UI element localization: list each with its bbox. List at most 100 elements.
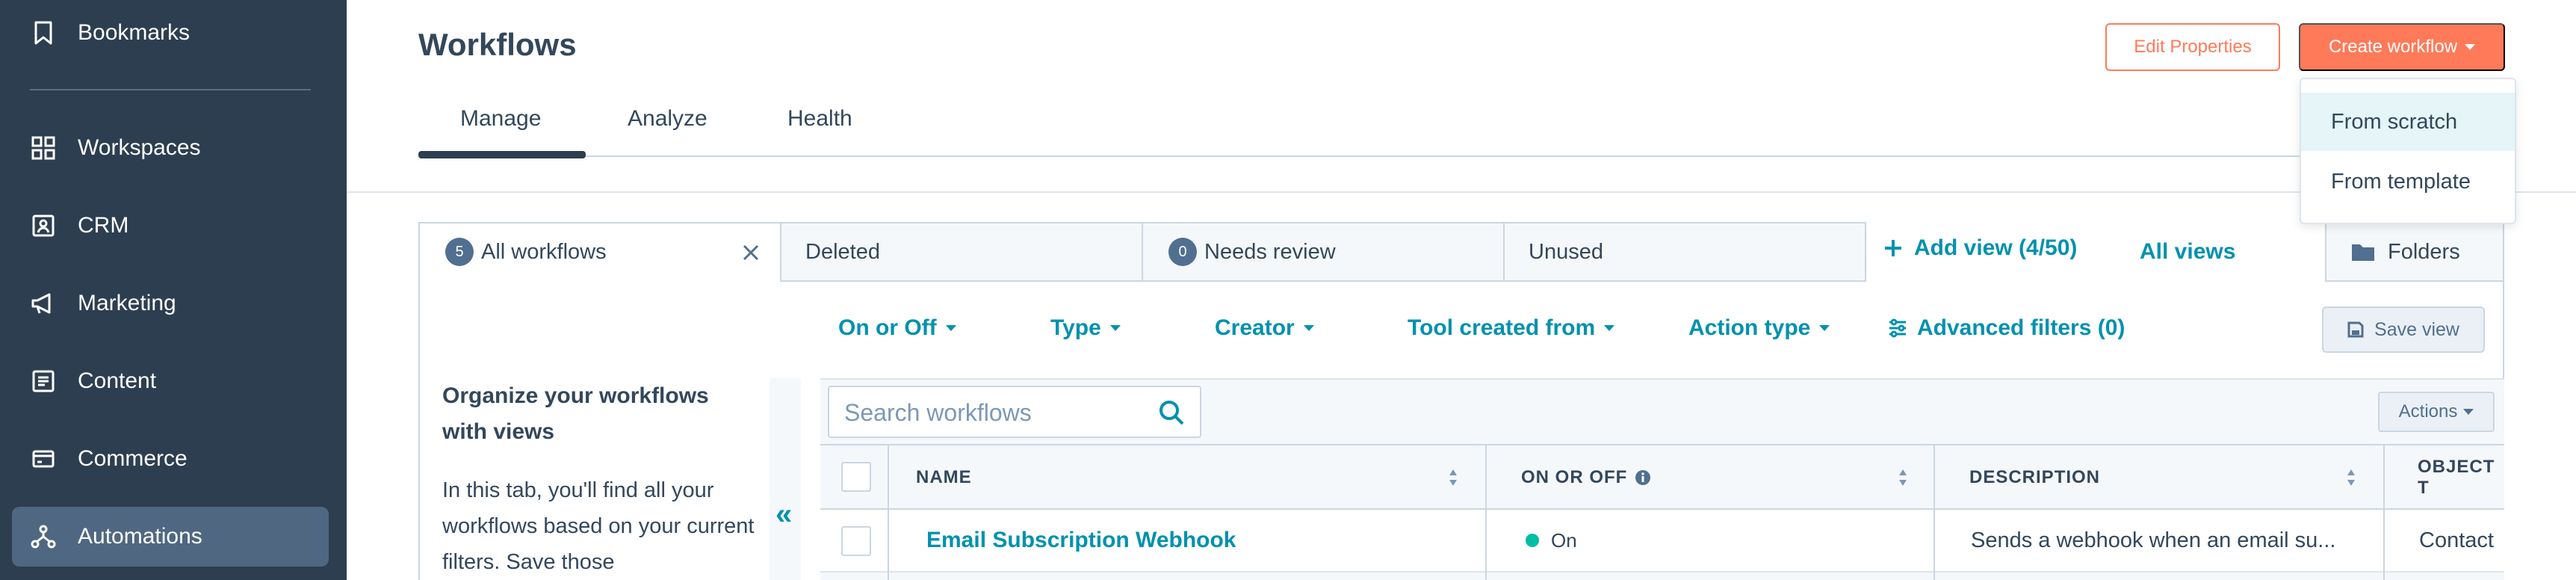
sidebar-divider	[30, 89, 311, 90]
caret-down-icon	[2463, 409, 2474, 415]
column-header-on-or-off[interactable]: ON OR OFF	[1521, 445, 1651, 510]
sidebar-item-label: Marketing	[78, 291, 176, 315]
info-icon[interactable]	[1635, 469, 1651, 486]
bookmark-icon	[28, 18, 58, 48]
filter-type[interactable]: Type	[1050, 315, 1121, 341]
column-header-label: ON OR OFF	[1521, 467, 1628, 487]
view-count-badge: 5	[445, 238, 474, 266]
search-box	[828, 386, 1201, 438]
actions-button[interactable]: Actions	[2378, 392, 2495, 432]
menu-item-from-template[interactable]: From template	[2301, 152, 2515, 211]
view-tab-unused[interactable]: Unused	[1503, 222, 1866, 282]
filter-label: On or Off	[838, 315, 937, 340]
all-views-link[interactable]: All views	[2140, 239, 2235, 265]
save-view-button[interactable]: Save view	[2322, 306, 2485, 353]
select-all-checkbox[interactable]	[841, 462, 871, 492]
row-checkbox[interactable]	[841, 526, 871, 556]
filter-action-type[interactable]: Action type	[1688, 315, 1830, 341]
status-label: On	[1551, 528, 1577, 552]
folders-button[interactable]: Folders	[2325, 222, 2504, 282]
megaphone-icon	[28, 289, 58, 318]
search-icon[interactable]	[1157, 398, 1186, 428]
page-title: Workflows	[418, 27, 577, 62]
sidebar-item-label: Automations	[78, 524, 202, 549]
search-input[interactable]	[844, 396, 1143, 429]
create-workflow-label: Create workflow	[2328, 37, 2458, 57]
sidebar-item-label: Bookmarks	[78, 20, 191, 45]
filter-label: Creator	[1215, 315, 1295, 340]
column-divider	[1485, 444, 1487, 580]
sidebar-item-label: CRM	[78, 213, 129, 238]
collapse-icon[interactable]: «	[775, 498, 792, 531]
sidebar-item-label: Commerce	[78, 446, 188, 471]
menu-item-from-scratch[interactable]: From scratch	[2301, 93, 2515, 151]
document-icon	[28, 366, 58, 396]
object-type-cell: Contact	[2419, 528, 2494, 552]
sidebar-item-workspaces[interactable]: Workspaces	[12, 118, 329, 178]
create-workflow-menu: From scratch From template	[2300, 78, 2516, 224]
sort-icon[interactable]	[2346, 466, 2356, 489]
workflow-name-link[interactable]: Email Subscription Webhook	[926, 510, 1236, 571]
advanced-filters-button[interactable]: Advanced filters (0)	[1887, 315, 2125, 341]
column-header-description[interactable]: DESCRIPTION	[1969, 445, 2100, 510]
sidebar-item-automations[interactable]: Automations	[12, 507, 329, 567]
filter-tool-created-from[interactable]: Tool created from	[1408, 315, 1615, 341]
add-view-label: Add view (4/50)	[1914, 235, 2078, 260]
info-panel-body: In this tab, you'll find all your workfl…	[442, 478, 755, 574]
column-divider	[1933, 444, 1935, 580]
caret-down-icon	[945, 325, 956, 331]
filter-label: Tool created from	[1408, 315, 1596, 340]
column-divider	[888, 444, 889, 580]
advanced-filters-label: Advanced filters (0)	[1917, 315, 2125, 340]
save-view-label: Save view	[2374, 318, 2459, 340]
status-on-dot	[1526, 534, 1539, 547]
sidebar-item-marketing[interactable]: Marketing	[12, 274, 329, 333]
sliders-icon	[1889, 318, 1906, 338]
filter-label: Action type	[1688, 315, 1811, 340]
caret-down-icon	[1604, 325, 1615, 331]
sidebar-item-label: Workspaces	[78, 135, 201, 160]
caret-down-icon	[1303, 325, 1314, 331]
table-row[interactable]: Email Subscription Webhook On Sends a we…	[820, 510, 2504, 573]
sidebar-item-crm[interactable]: CRM	[12, 196, 329, 256]
view-tab-all-workflows[interactable]: 5 All workflows	[418, 222, 781, 282]
view-tab-label: Unused	[1529, 239, 1603, 264]
create-workflow-button[interactable]: Create workflow	[2299, 23, 2505, 71]
view-tab-deleted[interactable]: Deleted	[780, 222, 1143, 282]
actions-label: Actions	[2398, 401, 2458, 422]
caret-down-icon	[1819, 325, 1830, 331]
view-tab-label: Deleted	[805, 239, 880, 264]
view-tab-needs-review[interactable]: 0 Needs review	[1142, 222, 1505, 282]
view-tab-label: Needs review	[1204, 239, 1336, 264]
tab-health[interactable]: Health	[787, 106, 852, 132]
filter-creator[interactable]: Creator	[1215, 315, 1314, 341]
sort-icon[interactable]	[1898, 466, 1908, 489]
filter-on-or-off[interactable]: On or Off	[838, 315, 956, 341]
tab-manage[interactable]: Manage	[460, 106, 541, 132]
table-header: NAME ON OR OFF DESCRIPTION OBJECT T	[820, 444, 2504, 510]
active-tab-indicator	[418, 151, 586, 158]
sidebar-item-bookmarks[interactable]: Bookmarks	[12, 3, 329, 63]
add-view-button[interactable]: Add view (4/50)	[1883, 235, 2077, 261]
contacts-icon	[28, 211, 58, 241]
save-icon	[2347, 321, 2364, 338]
column-divider	[2383, 444, 2385, 580]
edit-properties-button[interactable]: Edit Properties	[2105, 23, 2280, 71]
tab-analyze[interactable]: Analyze	[628, 106, 708, 132]
sidebar-item-label: Content	[78, 368, 157, 393]
column-header-object-type[interactable]: OBJECT T	[2418, 445, 2504, 510]
plus-icon	[1885, 240, 1901, 256]
sidebar-item-content[interactable]: Content	[12, 351, 329, 411]
grid-icon	[28, 133, 58, 163]
section-divider	[347, 191, 2576, 193]
column-header-name[interactable]: NAME	[916, 445, 972, 510]
status-cell: On	[1526, 510, 1577, 571]
info-panel-title: Organize your workflows with views	[442, 383, 709, 444]
close-icon[interactable]	[741, 243, 761, 268]
folder-icon	[2352, 244, 2374, 261]
sidebar-item-commerce[interactable]: Commerce	[12, 429, 329, 489]
sort-icon[interactable]	[1448, 466, 1458, 489]
collapse-strip	[770, 378, 801, 580]
caret-down-icon	[2465, 44, 2476, 50]
folders-label: Folders	[2388, 239, 2460, 264]
